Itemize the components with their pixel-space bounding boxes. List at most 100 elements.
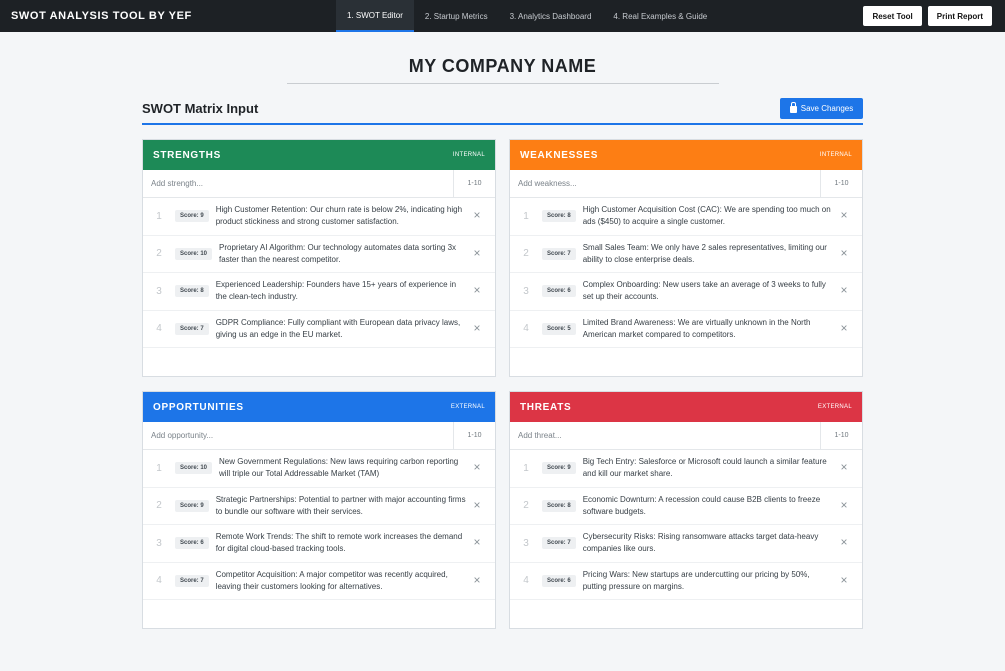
save-changes-button[interactable]: Save Changes bbox=[780, 98, 863, 119]
tab-startup-metrics[interactable]: 2. Startup Metrics bbox=[414, 0, 499, 32]
close-icon[interactable]: × bbox=[472, 247, 482, 259]
score-badge: Score: 6 bbox=[542, 285, 576, 298]
item-text: Limited Brand Awareness: We are virtuall… bbox=[582, 317, 811, 339]
score-badge: Score: 9 bbox=[175, 210, 209, 223]
score-badge: Score: 9 bbox=[175, 499, 209, 512]
item-number: 1 bbox=[156, 210, 162, 222]
weakness-input[interactable]: Add weakness... bbox=[510, 170, 820, 197]
close-icon[interactable]: × bbox=[839, 322, 849, 334]
close-icon[interactable]: × bbox=[839, 536, 849, 548]
weakness-item: 3 Score: 6 Complex Onboarding: New users t… bbox=[510, 273, 862, 311]
save-changes-label: Save Changes bbox=[800, 104, 854, 113]
strength-input[interactable]: Add strength... bbox=[143, 170, 453, 197]
close-icon[interactable]: × bbox=[839, 574, 849, 586]
threat-item: 1 Score: 9 Big Tech Entry: Salesforce or M… bbox=[510, 450, 862, 488]
close-icon[interactable]: × bbox=[472, 322, 482, 334]
company-name[interactable]: MY COMPANY NAME bbox=[0, 56, 1005, 77]
item-number: 2 bbox=[523, 500, 529, 512]
opportunity-item: 3 Score: 6 Remote Work Trends: The shift t… bbox=[143, 525, 495, 563]
lock-icon bbox=[789, 102, 797, 113]
score-badge: Score: 7 bbox=[175, 574, 209, 587]
item-text: GDPR Compliance: Fully compliant with Eu… bbox=[215, 317, 461, 339]
threat-score-input[interactable]: 1-10 bbox=[820, 422, 862, 449]
close-icon[interactable]: × bbox=[472, 499, 482, 511]
close-icon[interactable]: × bbox=[839, 461, 849, 473]
close-icon[interactable]: × bbox=[472, 461, 482, 473]
item-number: 2 bbox=[156, 500, 162, 512]
opportunities-title: OPPORTUNITIES bbox=[153, 401, 244, 413]
score-badge: Score: 6 bbox=[542, 574, 576, 587]
item-number: 4 bbox=[523, 575, 529, 587]
opportunities-add-row: Add opportunity... 1-10 bbox=[143, 422, 495, 450]
item-number: 3 bbox=[523, 537, 529, 549]
close-icon[interactable]: × bbox=[472, 209, 482, 221]
threats-tag: EXTERNAL bbox=[817, 404, 852, 410]
close-icon[interactable]: × bbox=[472, 536, 482, 548]
weakness-item: 4 Score: 5 Limited Brand Awareness: We are… bbox=[510, 311, 862, 348]
score-badge: Score: 10 bbox=[175, 462, 213, 475]
item-text: Cybersecurity Risks: Rising ransomware a… bbox=[582, 532, 819, 554]
item-text: New Government Regulations: New laws req… bbox=[219, 457, 459, 479]
weaknesses-title: WEAKNESSES bbox=[520, 149, 599, 161]
strengths-tag: INTERNAL bbox=[452, 152, 485, 158]
strength-score-input[interactable]: 1-10 bbox=[453, 170, 495, 197]
score-badge: Score: 6 bbox=[175, 537, 209, 550]
score-badge: Score: 7 bbox=[542, 537, 576, 550]
threat-item: 2 Score: 8 Economic Downturn: A recession … bbox=[510, 488, 862, 525]
opportunity-score-input[interactable]: 1-10 bbox=[453, 422, 495, 449]
item-text: Complex Onboarding: New users take an av… bbox=[582, 280, 826, 302]
threats-header: THREATS EXTERNAL bbox=[510, 392, 862, 422]
score-badge: Score: 7 bbox=[175, 322, 209, 335]
item-text: Competitor Acquisition: A major competit… bbox=[215, 569, 448, 591]
close-icon[interactable]: × bbox=[839, 499, 849, 511]
strength-item: 2 Score: 10 Proprietary AI Algorithm: Our … bbox=[143, 236, 495, 273]
threat-item: 4 Score: 6 Pricing Wars: New startups are … bbox=[510, 563, 862, 600]
score-badge: Score: 10 bbox=[175, 247, 213, 260]
company-header: MY COMPANY NAME bbox=[0, 56, 1005, 84]
item-number: 4 bbox=[156, 323, 162, 335]
opportunities-tag: EXTERNAL bbox=[450, 404, 485, 410]
opportunity-input[interactable]: Add opportunity... bbox=[143, 422, 453, 449]
score-badge: Score: 7 bbox=[542, 247, 576, 260]
strengths-card: STRENGTHS INTERNAL Add strength... 1-10 … bbox=[142, 139, 496, 377]
item-text: Proprietary AI Algorithm: Our technology… bbox=[219, 242, 457, 264]
matrix-header: SWOT Matrix Input Save Changes bbox=[142, 98, 863, 125]
opportunities-card: OPPORTUNITIES EXTERNAL Add opportunity..… bbox=[142, 391, 496, 629]
item-number: 1 bbox=[156, 462, 162, 474]
weaknesses-add-row: Add weakness... 1-10 bbox=[510, 170, 862, 198]
strength-item: 4 Score: 7 GDPR Compliance: Fully complian… bbox=[143, 311, 495, 348]
weaknesses-tag: INTERNAL bbox=[819, 152, 852, 158]
item-text: Economic Downturn: A recession could cau… bbox=[582, 494, 821, 516]
strengths-title: STRENGTHS bbox=[153, 149, 221, 161]
item-text: Strategic Partnerships: Potential to par… bbox=[215, 494, 466, 516]
tab-swot-editor[interactable]: 1. SWOT Editor bbox=[336, 0, 414, 32]
opportunity-item: 2 Score: 9 Strategic Partnerships: Potenti… bbox=[143, 488, 495, 525]
close-icon[interactable]: × bbox=[472, 284, 482, 296]
strengths-add-row: Add strength... 1-10 bbox=[143, 170, 495, 198]
weakness-score-input[interactable]: 1-10 bbox=[820, 170, 862, 197]
score-badge: Score: 8 bbox=[542, 210, 576, 223]
threat-input[interactable]: Add threat... bbox=[510, 422, 820, 449]
item-number: 3 bbox=[523, 285, 529, 297]
reset-tool-button[interactable]: Reset Tool bbox=[863, 6, 922, 26]
score-badge: Score: 9 bbox=[542, 462, 576, 475]
threats-card: THREATS EXTERNAL Add threat... 1-10 1 Sco… bbox=[509, 391, 863, 629]
item-text: Small Sales Team: We only have 2 sales r… bbox=[582, 242, 827, 264]
strengths-header: STRENGTHS INTERNAL bbox=[143, 140, 495, 170]
weaknesses-card: WEAKNESSES INTERNAL Add weakness... 1-10… bbox=[509, 139, 863, 377]
close-icon[interactable]: × bbox=[839, 284, 849, 296]
close-icon[interactable]: × bbox=[839, 209, 849, 221]
item-text: Remote Work Trends: The shift to remote … bbox=[215, 532, 463, 554]
close-icon[interactable]: × bbox=[472, 574, 482, 586]
tab-real-examples-guide[interactable]: 4. Real Examples & Guide bbox=[602, 0, 718, 32]
threat-item: 3 Score: 7 Cybersecurity Risks: Rising ran… bbox=[510, 525, 862, 563]
close-icon[interactable]: × bbox=[839, 247, 849, 259]
score-badge: Score: 8 bbox=[542, 499, 576, 512]
item-number: 3 bbox=[156, 285, 162, 297]
strength-item: 1 Score: 9 High Customer Retention: Our ch… bbox=[143, 198, 495, 236]
opportunities-header: OPPORTUNITIES EXTERNAL bbox=[143, 392, 495, 422]
print-report-button[interactable]: Print Report bbox=[927, 6, 992, 26]
item-number: 1 bbox=[523, 462, 529, 474]
tab-analytics-dashboard[interactable]: 3. Analytics Dashboard bbox=[499, 0, 603, 32]
strength-item: 3 Score: 8 Experienced Leadership: Founder… bbox=[143, 273, 495, 311]
